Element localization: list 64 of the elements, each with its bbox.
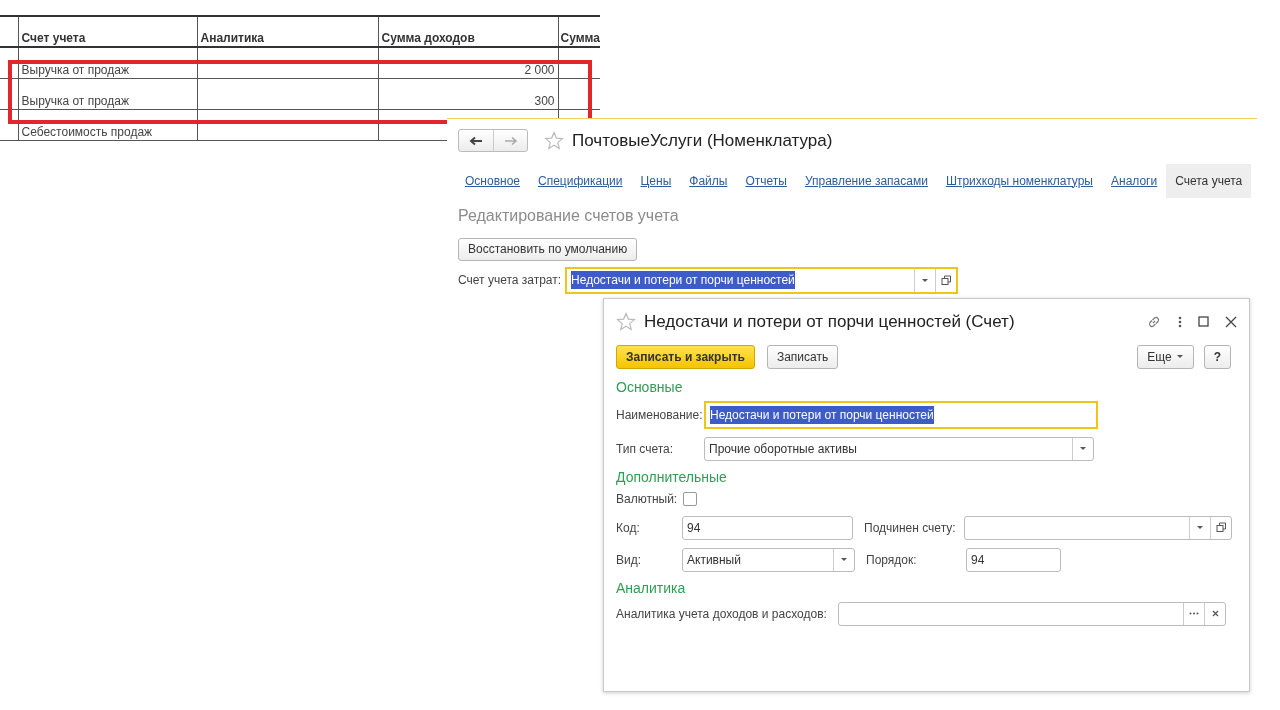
tab[interactable]: Управление запасами [795, 163, 937, 198]
save-and-close-button[interactable]: Записать и закрыть [616, 344, 755, 369]
tab[interactable]: Основное [456, 163, 529, 198]
field-label: Аналитика учета доходов и расходов: [616, 605, 828, 623]
navigation-button-group[interactable] [458, 129, 528, 153]
column-header: Сумма [558, 16, 600, 47]
field-label: Тип счета: [616, 440, 675, 458]
open-window-icon [1215, 522, 1227, 533]
help-button[interactable]: ? [1203, 344, 1231, 369]
more-button[interactable]: Еще [1137, 344, 1194, 369]
maximize-icon[interactable] [1198, 316, 1209, 328]
field-label: Валютный: [616, 490, 678, 508]
tab[interactable]: Спецификации [529, 163, 632, 198]
field-label: Счет учета затрат: [458, 272, 562, 289]
input-field[interactable] [838, 601, 1226, 626]
section-title: Аналитика [616, 578, 687, 598]
tab[interactable]: Штрихкоды номенклатуры [936, 163, 1102, 198]
reset-button[interactable]: Восстановить по умолчанию [458, 237, 638, 261]
open-window-icon [940, 274, 952, 286]
star-icon[interactable] [616, 312, 636, 332]
ellipsis-icon [1189, 612, 1199, 615]
star-icon[interactable] [544, 131, 564, 151]
save-button[interactable]: Записать [766, 344, 839, 369]
more-menu-icon[interactable] [1178, 315, 1182, 328]
tab[interactable]: Файлы [680, 163, 737, 198]
input-field[interactable]: Прочие оборотные активы [704, 436, 1094, 461]
tab[interactable]: Счета учета [1166, 163, 1252, 198]
table-cell: 2 000 [378, 47, 558, 78]
table-cell: Себестоимость продаж [18, 109, 197, 140]
input-field[interactable]: Активный [682, 547, 855, 572]
close-icon[interactable] [1225, 315, 1237, 328]
checkbox[interactable] [683, 491, 698, 506]
table-cell: Выручка от продаж [18, 47, 197, 78]
input-field[interactable]: 94 [682, 515, 853, 540]
caret-icon [1175, 354, 1184, 359]
forward-arrow-icon [503, 135, 518, 146]
input-field[interactable]: Недостачи и потери от порчи ценностей [565, 266, 959, 294]
section-title: Основные [616, 377, 684, 397]
section-title: Дополнительные [616, 467, 728, 487]
tab[interactable]: Отчеты [736, 163, 796, 198]
field-label: Вид: [616, 551, 643, 569]
dropdown-caret-icon [1079, 446, 1087, 451]
input-field[interactable]: 94 [966, 547, 1061, 572]
clear-icon [1211, 610, 1219, 617]
section-heading: Редактирование счетов учета [458, 205, 680, 226]
dropdown-caret-icon [840, 557, 848, 562]
column-header: Сумма доходов [378, 16, 558, 47]
dropdown-caret-icon [921, 277, 930, 283]
table-cell: 300 [378, 78, 558, 109]
field-label: Код: [616, 519, 641, 537]
column-header: Счет учета [18, 16, 197, 47]
input-field[interactable] [964, 515, 1232, 540]
field-label: Наименование: [616, 406, 704, 424]
dropdown-caret-icon [1196, 525, 1204, 530]
back-arrow-icon [469, 135, 483, 146]
field-label: Порядок: [866, 551, 918, 569]
input-field[interactable]: Недостачи и потери от порчи ценностей [704, 400, 1098, 429]
dialog-title: Недостачи и потери от порчи ценностей (Счет) [644, 311, 1015, 333]
column-header: Аналитика [197, 16, 378, 47]
window-title: ПочтовыеУслуги (Номенклатура) [572, 130, 833, 152]
tab[interactable]: Цены [631, 163, 681, 198]
tab[interactable]: Аналоги [1102, 163, 1167, 198]
table-cell: Выручка от продаж [18, 78, 197, 109]
field-label: Подчинен счету: [864, 519, 957, 537]
